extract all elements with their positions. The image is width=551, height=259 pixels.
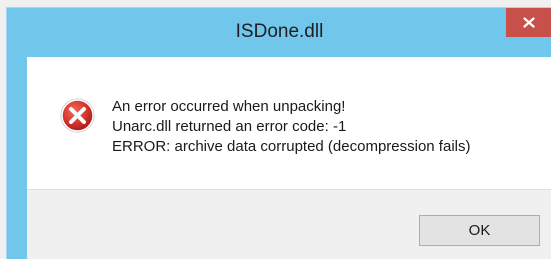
error-icon <box>59 97 96 134</box>
button-bar: OK <box>27 189 551 259</box>
error-message-line: An error occurred when unpacking! <box>112 98 346 115</box>
desktop: ISDone.dll An error occurred when unpack… <box>0 0 551 259</box>
window-title: ISDone.dll <box>235 21 324 42</box>
close-icon <box>523 17 535 28</box>
message-area: An error occurred when unpacking! Unarc.… <box>27 57 551 189</box>
ok-button[interactable]: OK <box>419 215 540 246</box>
window-frame-left <box>7 57 27 259</box>
title-bar[interactable]: ISDone.dll <box>7 8 551 57</box>
error-message-line: ERROR: archive data corrupted (decompres… <box>112 138 471 155</box>
close-button[interactable] <box>506 8 551 37</box>
error-message-line: Unarc.dll returned an error code: -1 <box>112 118 347 135</box>
error-dialog-window: ISDone.dll An error occurred when unpack… <box>6 7 551 259</box>
error-message: An error occurred when unpacking! Unarc.… <box>112 97 470 157</box>
